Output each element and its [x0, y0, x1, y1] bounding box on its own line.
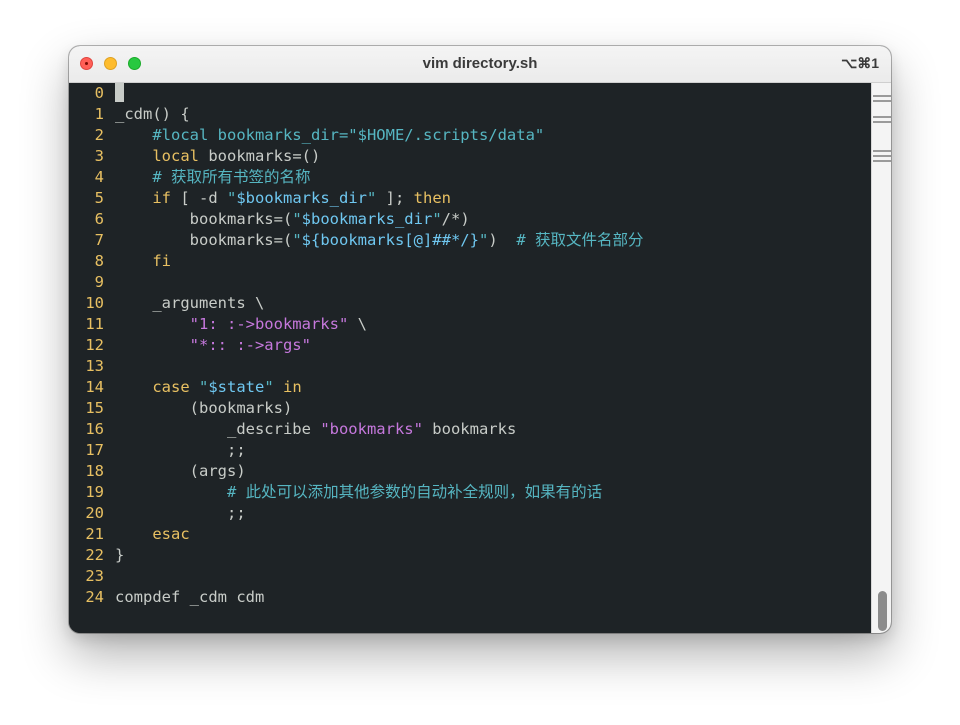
line-number: 13 — [85, 357, 104, 375]
code-line[interactable]: 20 ;; — [69, 503, 871, 524]
line-number: 19 — [85, 483, 104, 501]
terminal-window: vim directory.sh ⌥⌘1 0 1 _cdm() {2 #local … — [69, 46, 891, 633]
code-line[interactable]: 22} — [69, 545, 871, 566]
code-text[interactable]: _arguments \ — [115, 293, 264, 314]
line-number: 22 — [85, 546, 104, 564]
scroll-marker — [873, 116, 891, 118]
code-line[interactable]: 19 # 此处可以添加其他参数的自动补全规则，如果有的话 — [69, 482, 871, 503]
line-number: 24 — [85, 588, 104, 606]
line-number: 17 — [85, 441, 104, 459]
scroll-marker — [873, 95, 891, 97]
code-line[interactable]: 21 esac — [69, 524, 871, 545]
line-number: 2 — [94, 126, 104, 144]
line-number: 16 — [85, 420, 104, 438]
line-number: 21 — [85, 525, 104, 543]
code-text[interactable]: # 此处可以添加其他参数的自动补全规则，如果有的话 — [115, 482, 602, 503]
line-number: 4 — [94, 168, 104, 186]
code-line[interactable]: 8 fi — [69, 251, 871, 272]
code-text[interactable]: case "$state" in — [115, 377, 301, 398]
code-line[interactable]: 23 — [69, 566, 871, 587]
code-line[interactable]: 11 "1: :->bookmarks" \ — [69, 314, 871, 335]
vim-editor[interactable]: 0 1 _cdm() {2 #local bookmarks_dir="$HOME/… — [69, 83, 871, 633]
line-number: 20 — [85, 504, 104, 522]
line-number: 6 — [94, 210, 104, 228]
code-line[interactable]: 3 local bookmarks=() — [69, 146, 871, 167]
code-line[interactable]: 9 — [69, 272, 871, 293]
code-line[interactable]: 2 #local bookmarks_dir="$HOME/.scripts/d… — [69, 125, 871, 146]
code-line[interactable]: 1 _cdm() { — [69, 104, 871, 125]
code-text[interactable]: compdef _cdm cdm — [115, 587, 264, 608]
code-text[interactable]: "1: :->bookmarks" \ — [115, 314, 367, 335]
code-line[interactable]: 13 — [69, 356, 871, 377]
scroll-marker — [873, 100, 891, 102]
code-line[interactable]: 24 compdef _cdm cdm — [69, 587, 871, 608]
code-line[interactable]: 5 if [ -d "$bookmarks_dir" ]; then — [69, 188, 871, 209]
line-number: 10 — [85, 294, 104, 312]
code-text[interactable]: esac — [115, 524, 189, 545]
window-title: vim directory.sh — [422, 55, 538, 72]
line-number: 5 — [94, 189, 104, 207]
code-text[interactable]: if [ -d "$bookmarks_dir" ]; then — [115, 188, 451, 209]
window-shortcut: ⌥⌘1 — [841, 55, 879, 71]
code-text[interactable]: bookmarks=("${bookmarks[@]##*/}") # 获取文件… — [115, 230, 644, 251]
scroll-marker — [873, 155, 891, 157]
code-text[interactable]: ;; — [115, 503, 246, 524]
code-line[interactable]: 12 "*:: :->args" — [69, 335, 871, 356]
code-text[interactable]: bookmarks=("$bookmarks_dir"/*) — [115, 209, 470, 230]
line-number: 9 — [94, 273, 104, 291]
scrollbar[interactable] — [871, 83, 891, 633]
code-line[interactable]: 7 bookmarks=("${bookmarks[@]##*/}") # 获取… — [69, 230, 871, 251]
scroll-marker — [873, 150, 891, 152]
title-bar[interactable]: vim directory.sh ⌥⌘1 — [69, 46, 891, 83]
line-number: 14 — [85, 378, 104, 396]
scroll-marker — [873, 121, 891, 123]
code-text[interactable]: } — [115, 545, 124, 566]
code-line[interactable]: 6 bookmarks=("$bookmarks_dir"/*) — [69, 209, 871, 230]
code-line[interactable]: 10 _arguments \ — [69, 293, 871, 314]
code-text[interactable]: #local bookmarks_dir="$HOME/.scripts/dat… — [115, 125, 544, 146]
code-line[interactable]: 15 (bookmarks) — [69, 398, 871, 419]
code-text[interactable]: ;; — [115, 440, 246, 461]
code-line[interactable]: 18 (args) — [69, 461, 871, 482]
code-line[interactable]: 4 # 获取所有书签的名称 — [69, 167, 871, 188]
text-cursor — [115, 83, 124, 102]
line-number: 12 — [85, 336, 104, 354]
line-number: 15 — [85, 399, 104, 417]
scroll-marker — [873, 160, 891, 162]
code-line[interactable]: 0 — [69, 83, 871, 104]
code-text[interactable] — [115, 83, 124, 104]
code-text[interactable]: local bookmarks=() — [115, 146, 320, 167]
code-line[interactable]: 17 ;; — [69, 440, 871, 461]
code-text[interactable]: (args) — [115, 461, 246, 482]
line-number: 11 — [85, 315, 104, 333]
scrollbar-thumb[interactable] — [878, 591, 887, 631]
code-text[interactable]: (bookmarks) — [115, 398, 293, 419]
line-number: 3 — [94, 147, 104, 165]
line-number: 8 — [94, 252, 104, 270]
code-text[interactable]: "*:: :->args" — [115, 335, 311, 356]
line-number: 7 — [94, 231, 104, 249]
code-line[interactable]: 14 case "$state" in — [69, 377, 871, 398]
line-number: 1 — [94, 105, 104, 123]
code-text[interactable]: fi — [115, 251, 171, 272]
code-text[interactable]: _describe "bookmarks" bookmarks — [115, 419, 516, 440]
line-number: 18 — [85, 462, 104, 480]
line-number: 23 — [85, 567, 104, 585]
code-text[interactable]: # 获取所有书签的名称 — [115, 167, 310, 188]
line-number: 0 — [94, 84, 104, 102]
code-line[interactable]: 16 _describe "bookmarks" bookmarks — [69, 419, 871, 440]
code-text[interactable]: _cdm() { — [115, 104, 190, 125]
